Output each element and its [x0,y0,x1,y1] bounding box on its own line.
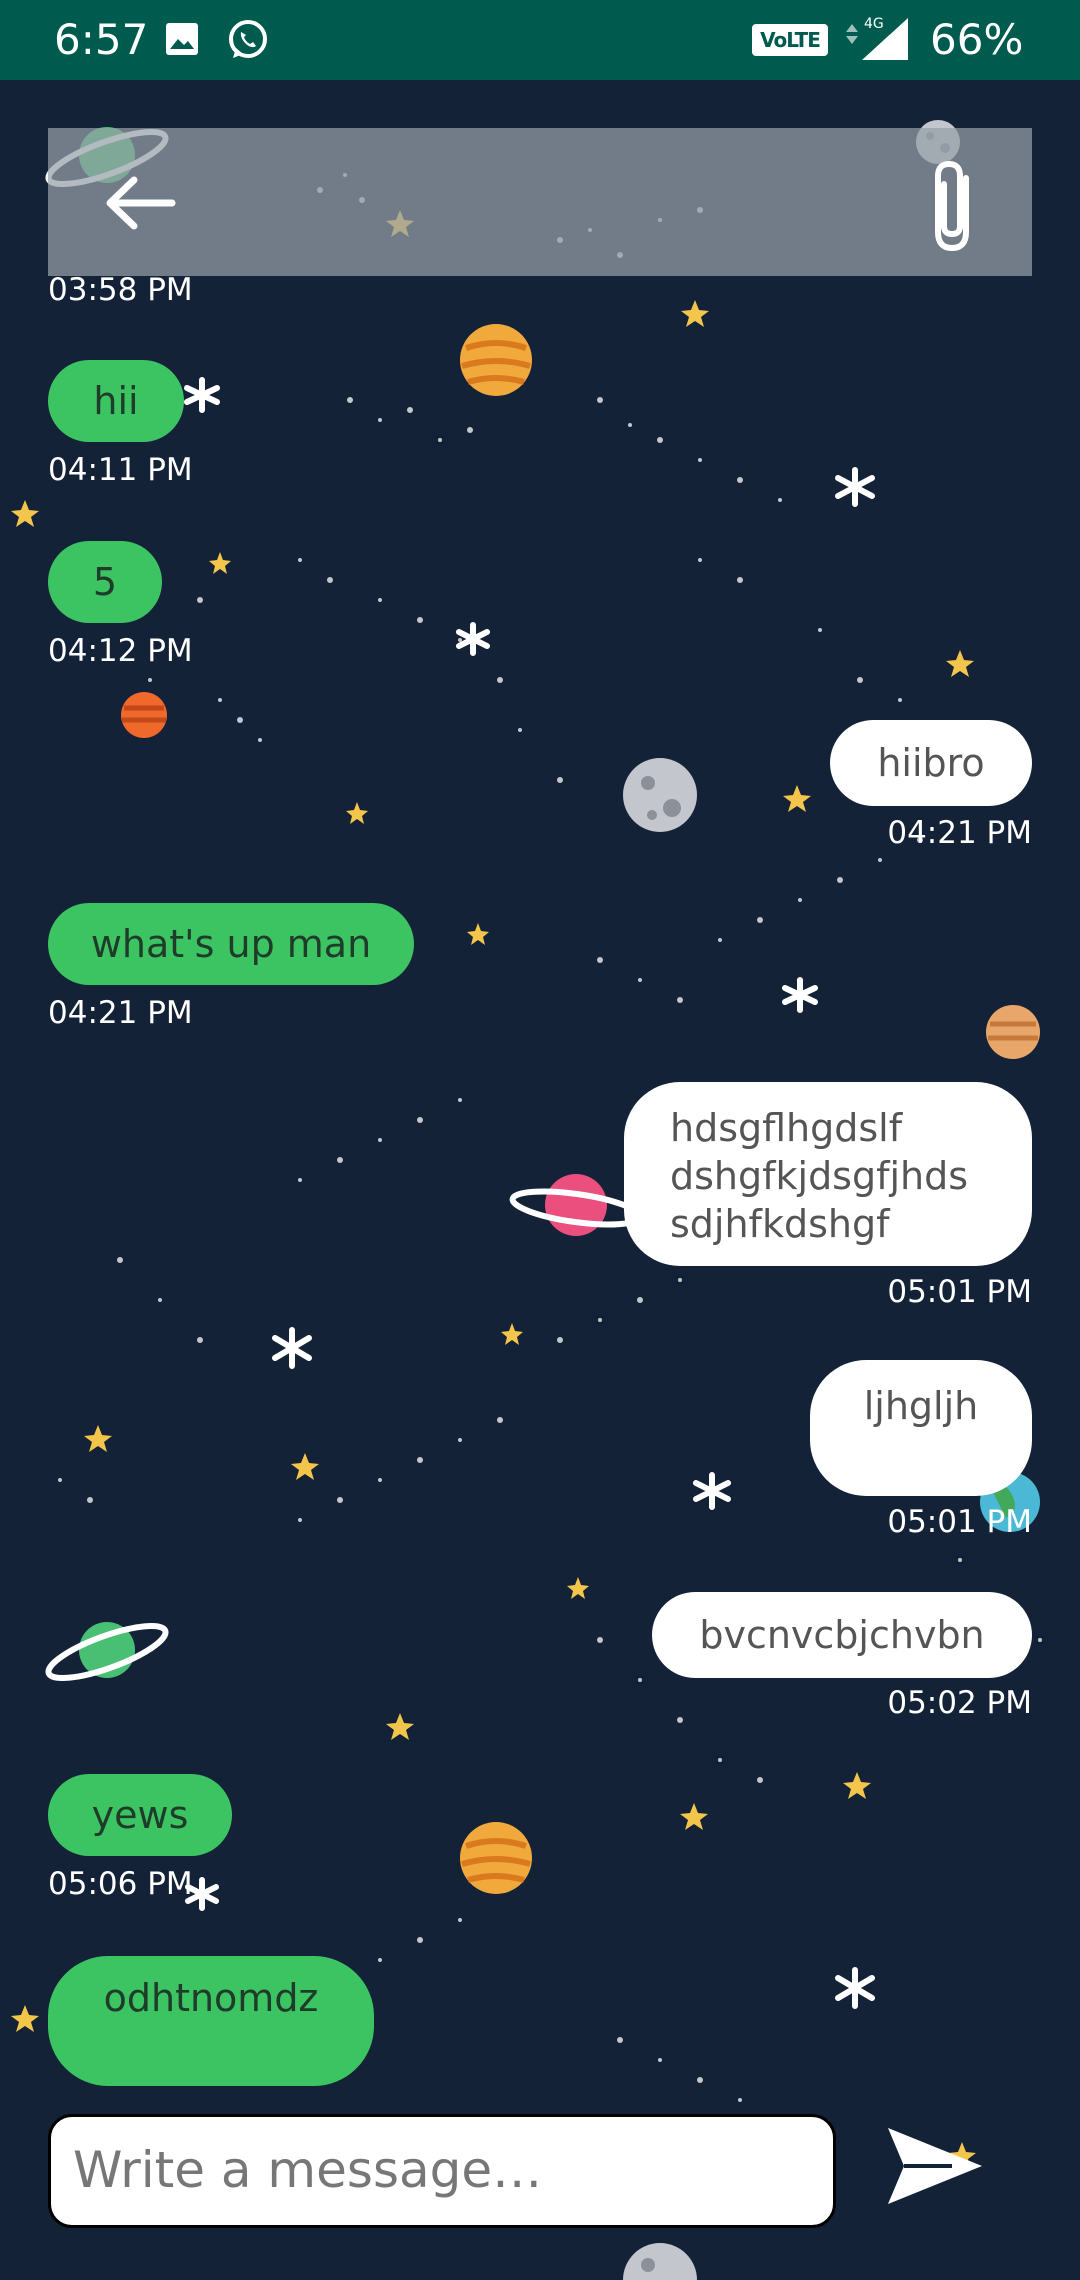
back-arrow-icon[interactable] [100,168,180,238]
message-time: 04:21 PM [48,995,193,1031]
status-time: 6:57 [54,15,149,64]
message-time: 03:58 PM [48,272,193,308]
status-bar: 6:57 VoLTE 4G 66% [0,0,1080,80]
message-time: 05:01 PM [887,1274,1032,1310]
message-bubble-received[interactable]: yews [48,1774,232,1856]
volte-badge: VoLTE [752,24,828,56]
message-bubble-sent[interactable]: hiibro [830,720,1032,806]
signal-icon: 4G [846,16,908,60]
chat-screen: 6:57 VoLTE 4G 66% 03:58 PM hii 04:11 PM [0,0,1080,2280]
chat-top-bar [48,128,1032,276]
message-bubble-received[interactable]: hii [48,360,184,442]
message-bubble-sent[interactable]: bvcnvcbjchvbn [652,1592,1032,1678]
message-time: 04:12 PM [48,633,193,669]
message-time: 04:21 PM [887,815,1032,851]
message-bubble-received[interactable]: odhtnomdz [48,1956,374,2086]
message-time: 05:06 PM [48,1866,193,1902]
network-type: 4G [864,16,884,32]
message-bubble-received[interactable]: what's up man [48,903,414,985]
message-bubble-sent[interactable]: ljhgljh [810,1360,1032,1496]
battery-level: 66% [930,15,1024,64]
image-icon [166,23,198,55]
whatsapp-icon [229,20,267,58]
message-time: 05:01 PM [887,1504,1032,1540]
message-bubble-received[interactable]: 5 [48,541,162,623]
send-icon[interactable] [882,2120,986,2212]
message-time: 04:11 PM [48,452,193,488]
message-input[interactable]: Write a message… [48,2114,836,2228]
message-bubble-sent[interactable]: hdsgflhgdslf dshgfkjdsgfjhds sdjhfkdshgf [624,1082,1032,1266]
message-time: 05:02 PM [887,1685,1032,1721]
paperclip-attach-icon[interactable] [914,156,994,256]
